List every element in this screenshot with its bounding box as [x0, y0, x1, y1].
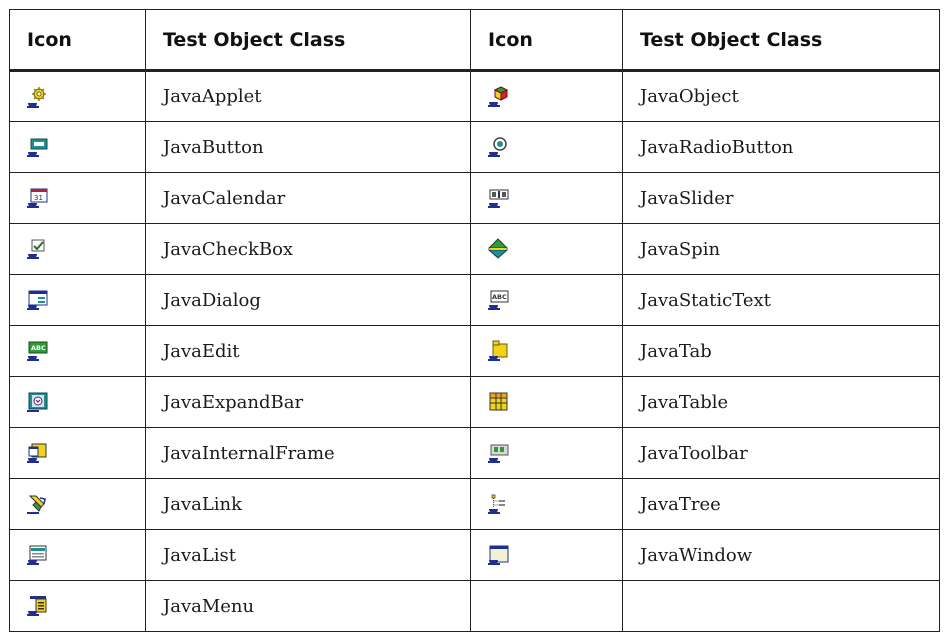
icon-cell — [470, 172, 623, 224]
class-name-cell: JavaTree — [622, 478, 940, 530]
java-expand-bar-icon — [26, 391, 48, 413]
class-name-cell: JavaRadioButton — [622, 121, 940, 173]
java-spin-icon — [487, 238, 509, 260]
java-table-icon — [487, 391, 509, 413]
table-row: JavaApplet JavaObject — [9, 70, 940, 122]
table-row: 31 JavaCalendar JavaSlider — [9, 172, 940, 224]
java-menu-icon — [26, 595, 48, 617]
icon-cell — [9, 121, 146, 173]
icon-cell — [9, 580, 146, 632]
class-name-cell: JavaCheckBox — [145, 223, 471, 275]
empty-class-name-cell — [622, 580, 940, 632]
table-row: JavaMenu — [9, 580, 940, 632]
java-object-icon — [487, 85, 509, 108]
class-name-cell: JavaEdit — [145, 325, 471, 377]
empty-icon-cell — [470, 580, 623, 632]
svg-text:ABC: ABC — [31, 344, 46, 352]
icon-cell — [470, 529, 623, 581]
table-row: JavaButton JavaRadioButton — [9, 121, 940, 173]
java-slider-icon — [487, 187, 509, 209]
svg-text:ABC: ABC — [492, 293, 507, 301]
java-radio-button-icon — [487, 136, 509, 158]
class-name-cell: JavaSpin — [622, 223, 940, 275]
icon-cell — [9, 70, 146, 122]
java-dialog-icon — [26, 289, 48, 311]
java-window-icon — [487, 544, 509, 566]
class-name-cell: JavaButton — [145, 121, 471, 173]
icon-cell — [9, 376, 146, 428]
column-header-test-object-class: Test Object Class — [145, 9, 471, 72]
class-name-cell: JavaLink — [145, 478, 471, 530]
table-row: JavaInternalFrame JavaToolbar — [9, 427, 940, 479]
java-internal-frame-icon — [26, 442, 48, 464]
java-list-icon — [26, 544, 48, 566]
table-row: JavaDialog ABC JavaStaticText — [9, 274, 940, 326]
icon-cell — [9, 478, 146, 530]
icon-cell — [9, 274, 146, 326]
icon-cell: ABC — [470, 274, 623, 326]
java-edit-icon: ABC — [26, 340, 48, 362]
class-name-cell: JavaWindow — [622, 529, 940, 581]
icon-cell — [470, 478, 623, 530]
icon-cell — [470, 223, 623, 275]
class-name-cell: JavaCalendar — [145, 172, 471, 224]
icon-cell — [470, 427, 623, 479]
table-row: JavaLink JavaTree — [9, 478, 940, 530]
java-checkbox-icon — [26, 238, 48, 260]
java-calendar-icon: 31 — [26, 187, 48, 209]
icon-cell — [470, 376, 623, 428]
icon-cell — [9, 223, 146, 275]
class-name-cell: JavaSlider — [622, 172, 940, 224]
icon-cell: 31 — [9, 172, 146, 224]
java-tree-icon — [487, 493, 509, 515]
column-header-icon: Icon — [470, 9, 623, 72]
class-name-cell: JavaTab — [622, 325, 940, 377]
table-row: ABC JavaEdit JavaTab — [9, 325, 940, 377]
table-row: JavaExpandBar JavaTable — [9, 376, 940, 428]
class-name-cell: JavaInternalFrame — [145, 427, 471, 479]
class-name-cell: JavaStaticText — [622, 274, 940, 326]
java-button-icon — [26, 136, 48, 158]
icon-cell — [9, 529, 146, 581]
icon-cell — [470, 70, 623, 122]
svg-text:31: 31 — [34, 194, 43, 202]
java-applet-icon — [26, 86, 48, 108]
class-name-cell: JavaTable — [622, 376, 940, 428]
java-link-icon — [26, 493, 48, 515]
class-name-cell: JavaList — [145, 529, 471, 581]
test-object-class-table: Icon Test Object Class Icon Test Object … — [9, 9, 940, 632]
class-name-cell: JavaApplet — [145, 70, 471, 122]
java-tab-icon — [487, 340, 509, 362]
class-name-cell: JavaToolbar — [622, 427, 940, 479]
class-name-cell: JavaMenu — [145, 580, 471, 632]
class-name-cell: JavaObject — [622, 70, 940, 122]
icon-cell — [470, 325, 623, 377]
icon-cell — [9, 427, 146, 479]
class-name-cell: JavaDialog — [145, 274, 471, 326]
java-toolbar-icon — [487, 442, 509, 464]
icon-cell — [470, 121, 623, 173]
table-header-row: Icon Test Object Class Icon Test Object … — [9, 9, 940, 72]
column-header-test-object-class: Test Object Class — [622, 9, 940, 72]
table-row: JavaCheckBox JavaSpin — [9, 223, 940, 275]
class-name-cell: JavaExpandBar — [145, 376, 471, 428]
column-header-icon: Icon — [9, 9, 146, 72]
java-static-text-icon: ABC — [487, 289, 509, 311]
icon-cell: ABC — [9, 325, 146, 377]
table-row: JavaList JavaWindow — [9, 529, 940, 581]
